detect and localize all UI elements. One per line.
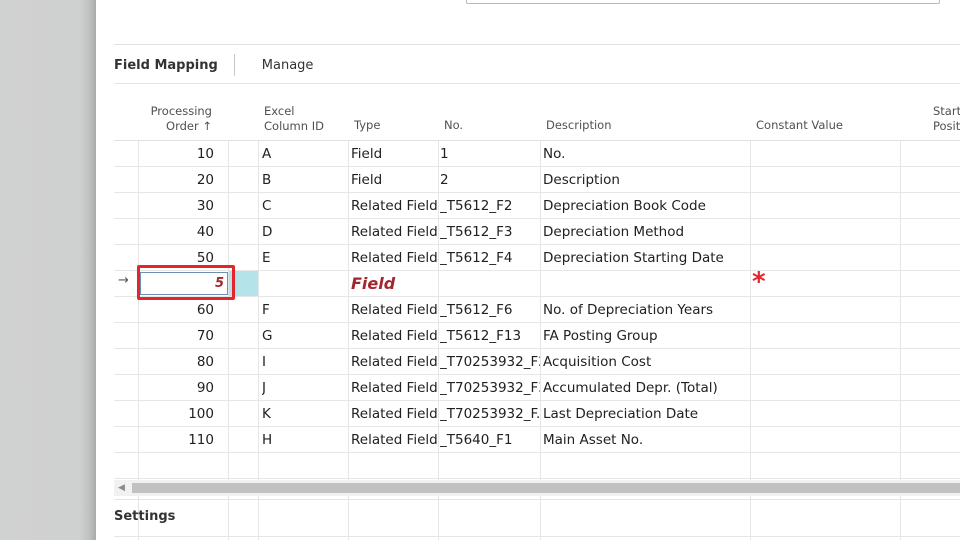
top-input-field[interactable]	[466, 0, 940, 4]
cell-excel-column-id[interactable]: E	[262, 245, 342, 271]
cell-excel-column-id[interactable]	[262, 453, 342, 479]
cell-type[interactable]	[351, 453, 439, 479]
cell-excel-column-id[interactable]: F	[262, 297, 342, 323]
cell-processing-order[interactable]: 60	[144, 297, 214, 323]
cell-description[interactable]	[543, 453, 748, 479]
cell-description[interactable]: Acquisition Cost	[543, 349, 748, 375]
cell-type[interactable]: Related Field	[351, 349, 439, 375]
cell-processing-order[interactable]: 90	[144, 375, 214, 401]
table-row[interactable]: 80 I Related Field _T70253932_F2 Acquisition…	[114, 349, 960, 375]
cell-processing-order[interactable]: 110	[144, 427, 214, 453]
cell-excel-column-id[interactable]: I	[262, 349, 342, 375]
table-row[interactable]: 100 K Related Field _T70253932_F... Last Dep…	[114, 401, 960, 427]
field-mapping-title[interactable]: Field Mapping	[114, 58, 234, 73]
cell-processing-order[interactable]: 70	[144, 323, 214, 349]
cell-excel-column-id[interactable]: D	[262, 219, 342, 245]
cell-description[interactable]: Last Depreciation Date	[543, 401, 748, 427]
table-row[interactable]: 90 J Related Field _T70253932_F3 Accumulated…	[114, 375, 960, 401]
header-description[interactable]: Description	[546, 84, 706, 140]
action-separator	[233, 54, 235, 76]
cell-no[interactable]: _T5640_F1	[440, 427, 540, 453]
cell-processing-order[interactable]: 20	[144, 167, 214, 193]
cell-processing-order[interactable]	[144, 453, 214, 479]
processing-order-input[interactable]: 5	[140, 272, 228, 295]
cell-description[interactable]: No. of Depreciation Years	[543, 297, 748, 323]
cell-excel-column-id[interactable]	[262, 271, 342, 297]
cell-excel-column-id[interactable]: B	[262, 167, 342, 193]
cell-excel-column-id[interactable]: C	[262, 193, 342, 219]
cell-description[interactable]: FA Posting Group	[543, 323, 748, 349]
cell-type[interactable]: Related Field	[351, 193, 439, 219]
cell-type[interactable]: Related Field	[351, 219, 439, 245]
manage-button[interactable]: Manage	[262, 58, 314, 73]
cell-processing-order[interactable]: 100	[144, 401, 214, 427]
new-row-type-field[interactable]: Field	[351, 271, 439, 297]
cell-processing-order[interactable]: 30	[144, 193, 214, 219]
cell-no[interactable]: _T5612_F6	[440, 297, 540, 323]
cell-processing-order[interactable]: 40	[144, 219, 214, 245]
cell-no[interactable]: 2	[440, 167, 540, 193]
table-row[interactable]: 30 C Related Field _T5612_F2 Depreciation Bo…	[114, 193, 960, 219]
cell-excel-column-id[interactable]: J	[262, 375, 342, 401]
scroll-left-icon[interactable]: ◀	[118, 480, 125, 496]
cell-no[interactable]: _T5612_F2	[440, 193, 540, 219]
cell-no[interactable]	[440, 271, 540, 297]
cell-no[interactable]: _T5612_F4	[440, 245, 540, 271]
scroll-thumb[interactable]	[132, 483, 960, 493]
cell-no[interactable]: _T70253932_F...	[440, 401, 540, 427]
cell-description[interactable]: No.	[543, 141, 748, 167]
horizontal-scrollbar[interactable]: ◀	[114, 480, 960, 496]
divider	[114, 499, 960, 500]
cell-no[interactable]: 1	[440, 141, 540, 167]
cell-type[interactable]: Related Field	[351, 375, 439, 401]
table-row[interactable]: 50 E Related Field _T5612_F4 Depreciation St…	[114, 245, 960, 271]
cell-type[interactable]: Related Field	[351, 297, 439, 323]
cell-type[interactable]: Field	[351, 167, 439, 193]
cell-type[interactable]: Related Field	[351, 401, 439, 427]
table-row[interactable]: 60 F Related Field _T5612_F6 No. of Deprecia…	[114, 297, 960, 323]
divider	[114, 536, 960, 537]
cell-description[interactable]: Depreciation Book Code	[543, 193, 748, 219]
cell-description[interactable]: Main Asset No.	[543, 427, 748, 453]
cell-processing-order[interactable]: 10	[144, 141, 214, 167]
cell-no[interactable]: _T70253932_F3	[440, 375, 540, 401]
table-row[interactable]	[114, 453, 960, 479]
cell-type[interactable]: Field	[351, 141, 439, 167]
cell-no[interactable]: _T70253932_F2	[440, 349, 540, 375]
table-row[interactable]: 70 G Related Field _T5612_F13 FA Posting Gro…	[114, 323, 960, 349]
cell-description[interactable]: Depreciation Starting Date	[543, 245, 748, 271]
cell-description[interactable]	[543, 271, 748, 297]
cell-processing-order[interactable]: 80	[144, 349, 214, 375]
cell-no[interactable]: _T5612_F3	[440, 219, 540, 245]
cell-description[interactable]: Accumulated Depr. (Total)	[543, 375, 748, 401]
cell-no[interactable]	[440, 453, 540, 479]
table-row[interactable]: 110 H Related Field _T5640_F1 Main Asset No.	[114, 427, 960, 453]
cell-type[interactable]: Related Field	[351, 427, 439, 453]
header-constant-value[interactable]: Constant Value	[756, 84, 896, 140]
cell-excel-column-id[interactable]: G	[262, 323, 342, 349]
table-row[interactable]: 10 A Field 1 No.	[114, 141, 960, 167]
divider	[114, 44, 960, 45]
cell-no[interactable]: _T5612_F13	[440, 323, 540, 349]
cell-excel-column-id[interactable]: K	[262, 401, 342, 427]
page-backdrop	[0, 0, 96, 540]
header-no[interactable]: No.	[444, 84, 524, 140]
table-row[interactable]: 20 B Field 2 Description	[114, 167, 960, 193]
table-row[interactable]: 40 D Related Field _T5612_F3 Depreciation Me…	[114, 219, 960, 245]
required-asterisk-icon: *	[752, 267, 766, 297]
current-row-arrow-icon: →	[118, 273, 129, 288]
cell-excel-column-id[interactable]: H	[262, 427, 342, 453]
action-bar: Field Mapping Manage	[114, 50, 313, 80]
settings-fasttab-title[interactable]: Settings	[114, 509, 175, 524]
header-type[interactable]: Type	[354, 84, 434, 140]
cell-excel-column-id[interactable]: A	[262, 141, 342, 167]
cell-description[interactable]: Description	[543, 167, 748, 193]
cell-type[interactable]: Related Field	[351, 323, 439, 349]
cell-description[interactable]: Depreciation Method	[543, 219, 748, 245]
cell-type[interactable]: Related Field	[351, 245, 439, 271]
